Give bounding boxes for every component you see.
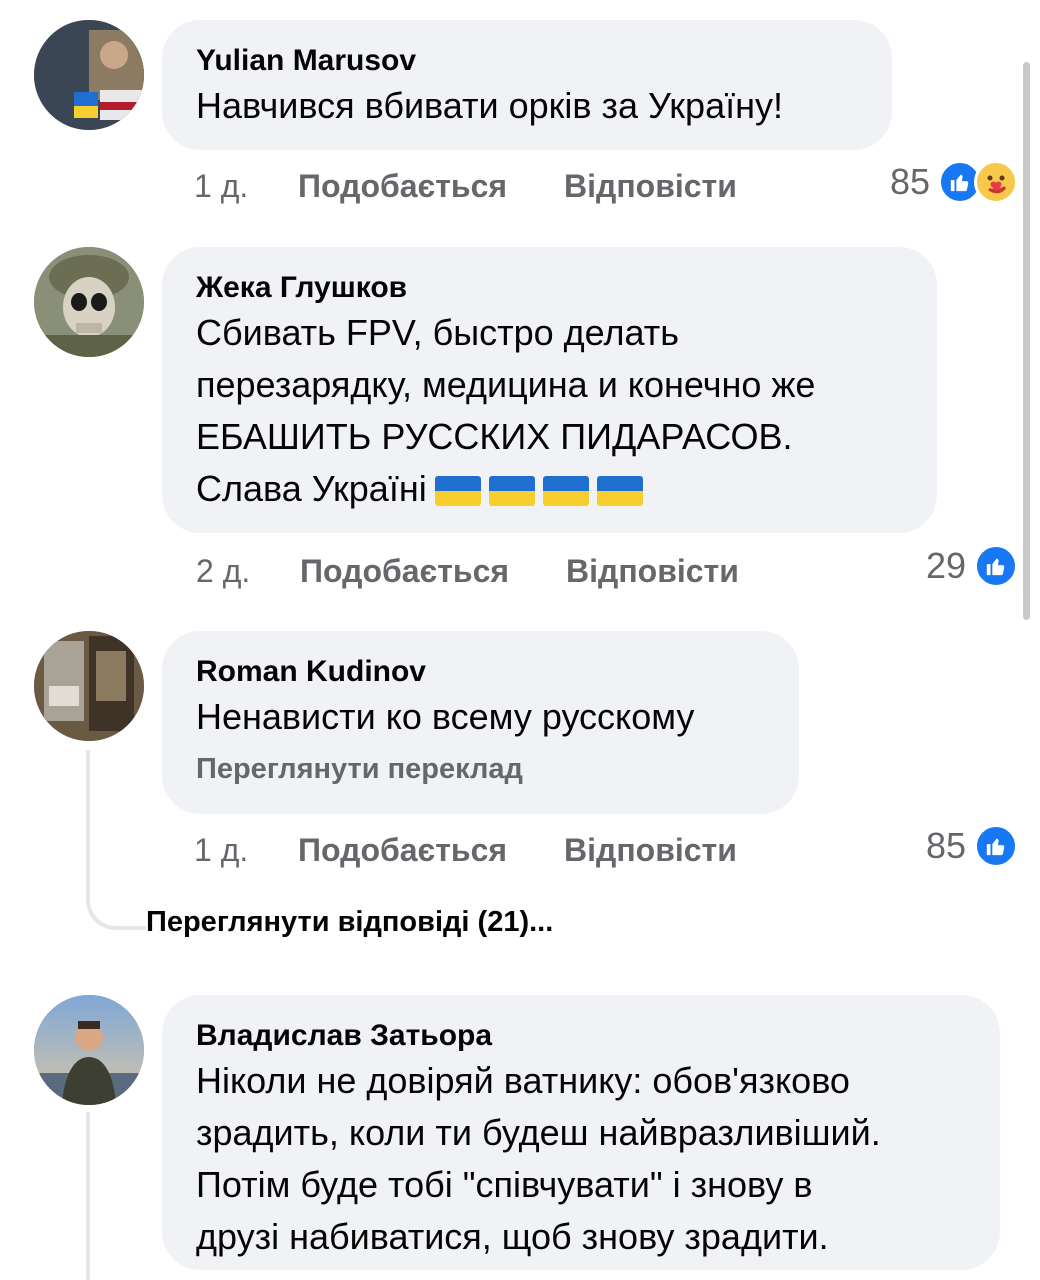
like-button[interactable]: Подобається xyxy=(298,168,564,205)
comment-time[interactable]: 1 д. xyxy=(194,832,298,869)
see-translation-link[interactable]: Переглянути переклад xyxy=(196,749,765,789)
comment-actions: 1 д. Подобається Відповісти xyxy=(194,166,737,206)
avatar[interactable] xyxy=(34,247,144,357)
reaction-count-number: 85 xyxy=(925,825,966,866)
ukraine-flag-icon xyxy=(596,476,643,507)
like-button[interactable]: Подобається xyxy=(300,553,566,590)
ukraine-flag-icon xyxy=(488,476,535,507)
reaction-count[interactable]: 85 xyxy=(926,824,1018,868)
reply-button[interactable]: Відповісти xyxy=(564,832,737,869)
comment-bubble: Владислав Затьора Ніколи не довіряй ватн… xyxy=(162,995,1000,1270)
view-replies-link[interactable]: Переглянути відповіді (21)... xyxy=(146,906,553,939)
like-icon xyxy=(974,544,1018,588)
comment-author[interactable]: Жека Глушков xyxy=(196,269,903,307)
like-button[interactable]: Подобається xyxy=(298,832,564,869)
reaction-count[interactable]: 29 xyxy=(926,544,1018,588)
comment-bubble: Roman Kudinov Ненависти ко всему русском… xyxy=(162,631,799,814)
comment-author[interactable]: Yulian Marusov xyxy=(196,42,858,80)
ukraine-flag-icon xyxy=(542,476,589,507)
avatar[interactable] xyxy=(34,631,144,741)
comment-bubble: Yulian Marusov Навчився вбивати орків за… xyxy=(162,20,892,150)
comment-text: Ненависти ко всему русскому xyxy=(196,696,695,737)
reply-thread-line xyxy=(86,750,146,930)
comment-text-with-flags: Сбивать FPV, быстро делать перезарядку, … xyxy=(196,307,903,515)
reaction-count[interactable]: 85 xyxy=(890,160,1018,204)
reaction-count-number: 29 xyxy=(925,545,966,586)
comment-text: Ніколи не довіряй ватнику: обов'язково з… xyxy=(196,1060,881,1257)
reaction-count-number: 85 xyxy=(889,161,930,202)
scrollbar[interactable] xyxy=(1023,62,1030,620)
like-icon xyxy=(974,824,1018,868)
ukraine-flag-icon xyxy=(434,476,481,507)
reply-thread-line xyxy=(86,1112,146,1280)
comment-time[interactable]: 1 д. xyxy=(194,168,298,205)
comment-author[interactable]: Владислав Затьора xyxy=(196,1017,966,1055)
avatar[interactable] xyxy=(34,20,144,130)
reply-button[interactable]: Відповісти xyxy=(564,168,737,205)
avatar[interactable] xyxy=(34,995,144,1105)
reply-button[interactable]: Відповісти xyxy=(566,553,739,590)
care-icon xyxy=(974,160,1018,204)
comment-actions: 2 д. Подобається Відповісти xyxy=(196,551,739,591)
comment-author[interactable]: Roman Kudinov xyxy=(196,653,765,691)
comment-text: Навчився вбивати орків за Україну! xyxy=(196,85,783,126)
comment-time[interactable]: 2 д. xyxy=(196,553,300,590)
comment-actions: 1 д. Подобається Відповісти xyxy=(194,830,737,870)
comment-bubble: Жека Глушков Сбивать FPV, быстро делать … xyxy=(162,247,937,533)
